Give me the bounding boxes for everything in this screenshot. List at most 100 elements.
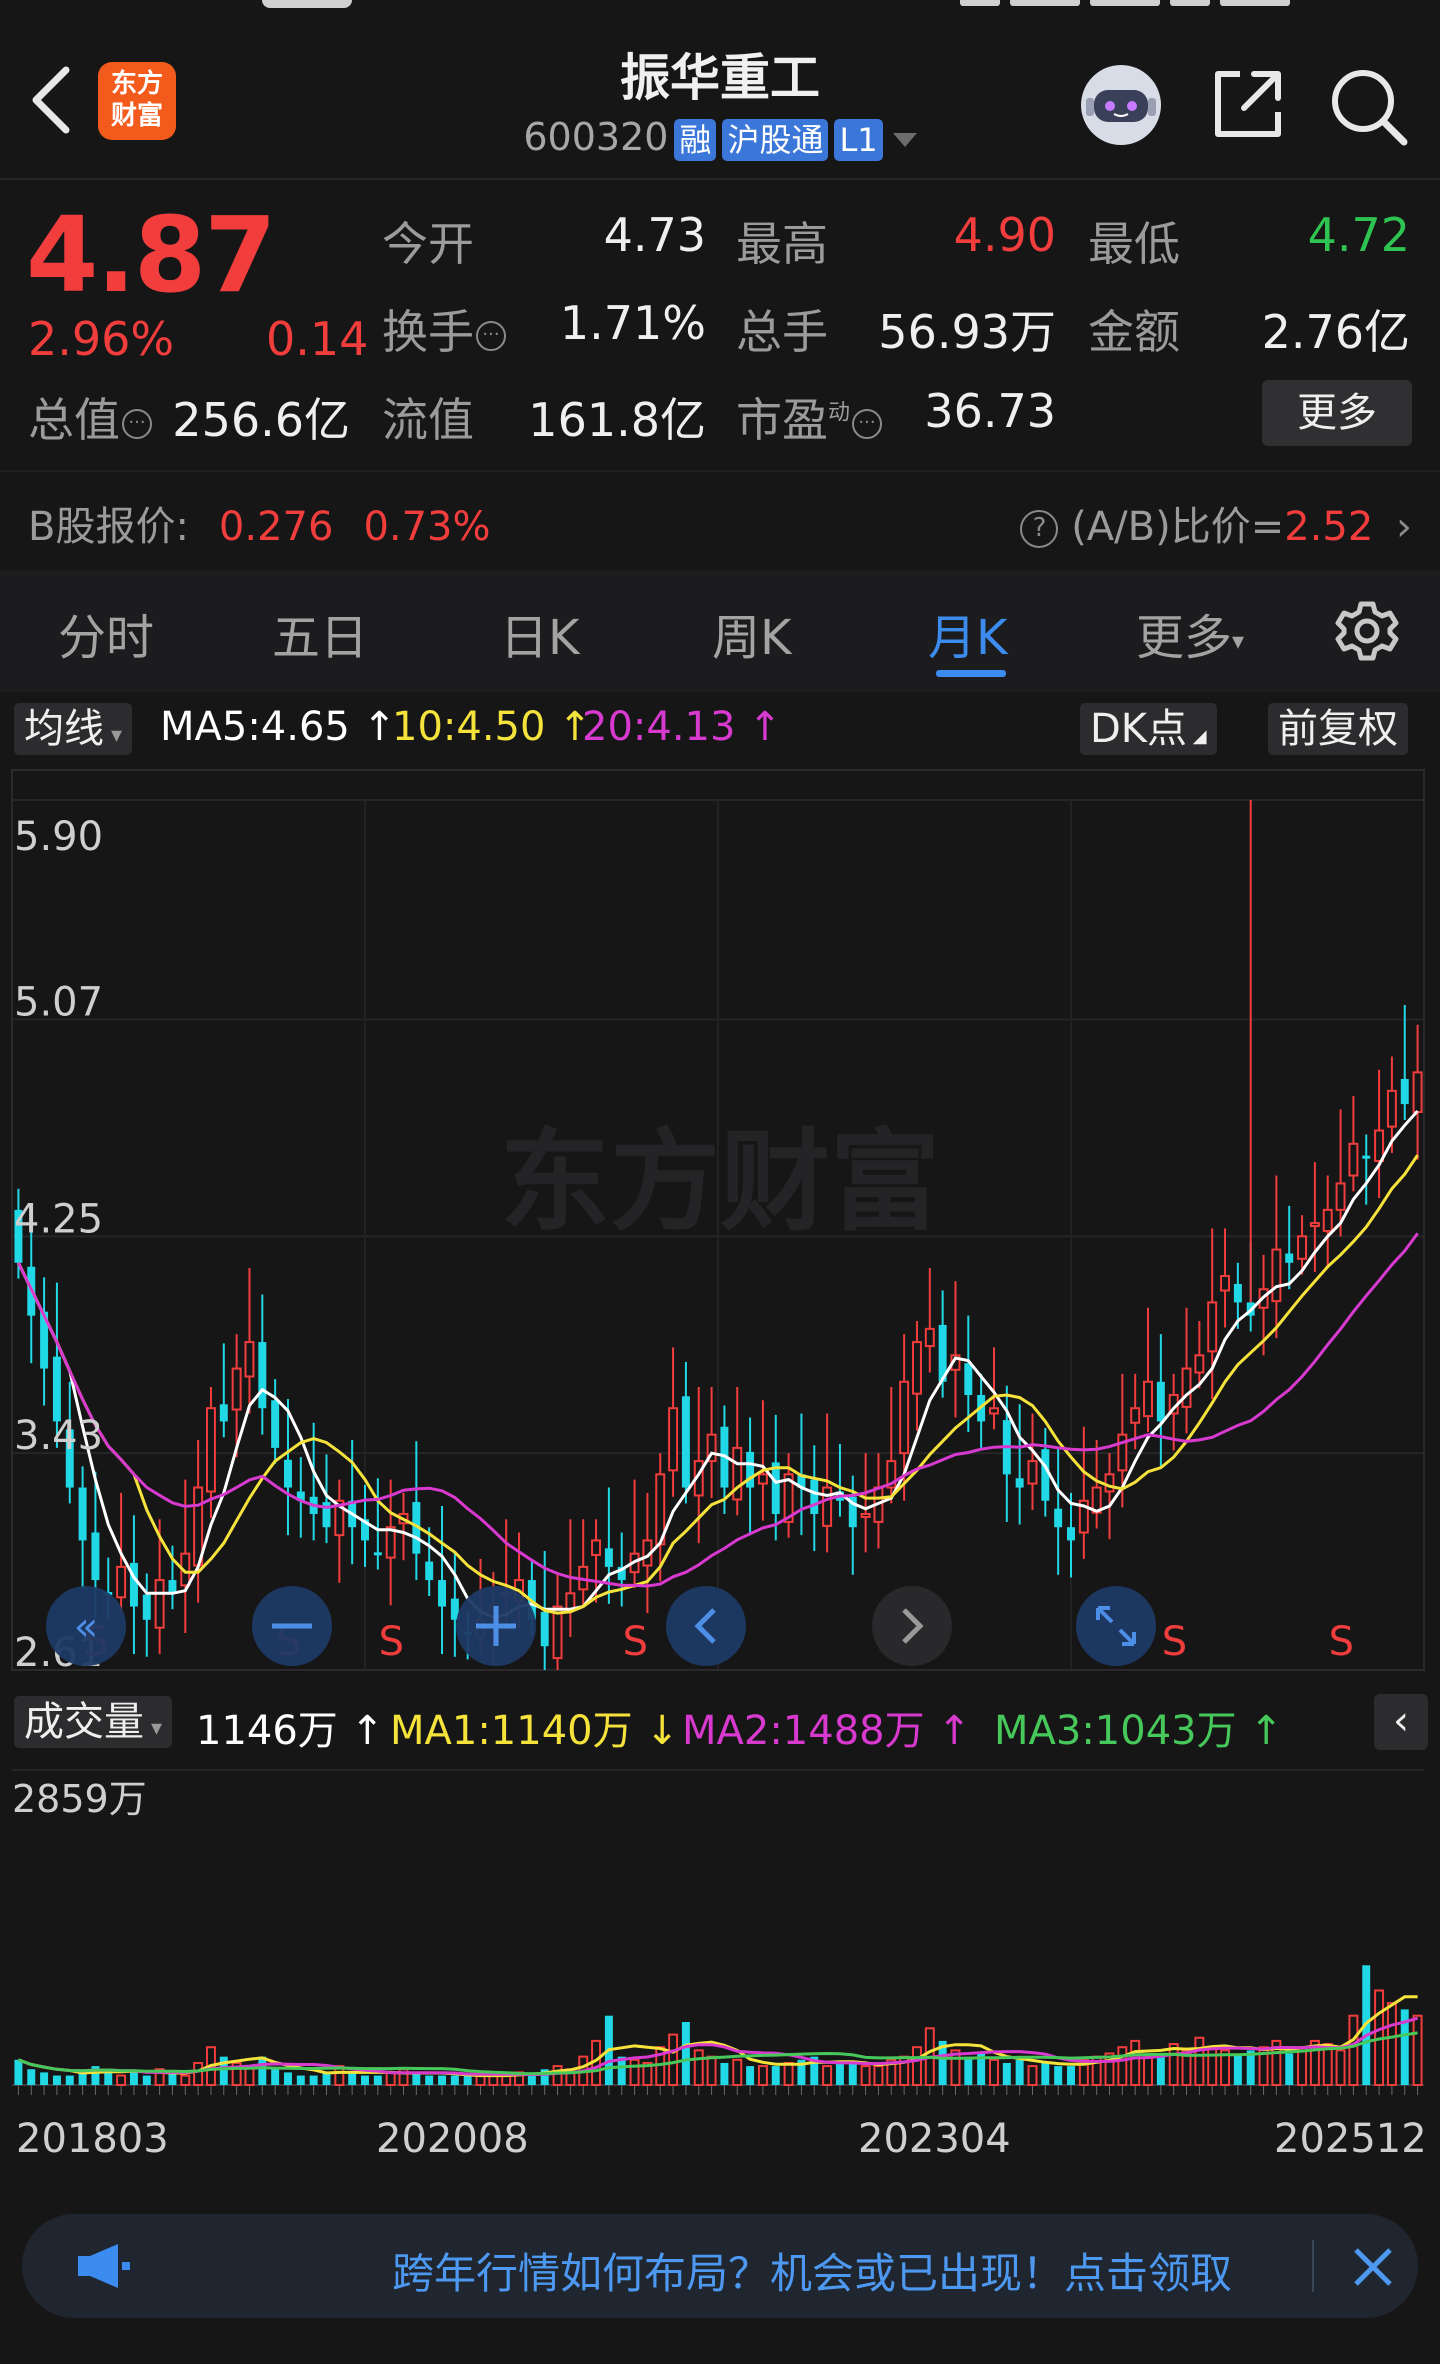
volume-bar-down [463,2075,472,2085]
help-icon[interactable]: ? [1020,510,1059,548]
tab-five-day[interactable]: 五日 [272,598,368,668]
candle-body-up [899,1380,910,1455]
promo-banner[interactable]: 跨年行情如何布局？机会或已出现！点击领取 [22,2214,1418,2318]
level1-badge: L1 [834,118,883,161]
volume-bar-up [873,2065,884,2087]
share-icon[interactable] [1208,64,1288,144]
volume-bar-up [693,2049,704,2087]
volume-bar-down [964,2056,973,2085]
volume-bar-down [309,2075,318,2085]
candle-body-up [205,1407,216,1493]
scroll-right-button[interactable] [872,1586,952,1666]
more-fields-button[interactable]: 更多 [1262,380,1412,446]
volume-bar-down [27,2069,36,2085]
candle-body-up [924,1327,935,1348]
volume-bar-down [438,2075,446,2085]
x-tick-label: 201803 [16,2116,169,2162]
caret-down-icon: ▾ [144,1716,163,1741]
volume-bar-down [746,2066,755,2085]
ma5-value: MA5:4.65 ↑ [160,704,397,750]
search-icon[interactable] [1326,64,1410,148]
candle-body-down [964,1363,973,1395]
tab-more-label: 更多 [1136,610,1233,666]
candle-body-up [591,1539,602,1556]
candle-body-down [746,1451,755,1488]
dk-point-button[interactable]: DK点 ◢ [1080,703,1217,755]
candle-body-up [1220,1274,1231,1292]
adjust-mode-button[interactable]: 前复权 [1268,703,1408,755]
volume-bar-down [1067,2066,1075,2085]
ab-ratio-value: 2.52 [1284,504,1374,550]
banner-separator [1312,2240,1314,2292]
scroll-left-fast-button[interactable]: « [46,1586,126,1666]
volume-chart[interactable]: 2859万 [0,1760,1440,2100]
candle-body-up [1335,1182,1346,1211]
candle-body-down [1362,1155,1371,1159]
volume-value: 1146万 ↑ [196,1708,385,1754]
candle-body-down [425,1561,434,1581]
volume-bar-up [706,2055,717,2086]
shanghai-connect-badge: 沪股通 [722,118,829,161]
zoom-out-button[interactable] [252,1586,332,1666]
scroll-left-button[interactable] [666,1586,746,1666]
volume-bar-up [552,2065,563,2087]
candle-body-down [142,1594,151,1620]
settings-gear-icon[interactable] [1334,598,1400,664]
vol-ma3-value: MA3:1043万 ↑ [994,1708,1283,1754]
chevron-down-icon[interactable] [892,132,917,147]
candle-body-up [989,1407,999,1415]
volume-bar-up [1207,2046,1218,2087]
mktcap-label[interactable]: 总值 ··· [28,384,152,450]
candle-body-up [231,1367,242,1411]
tab-intraday[interactable]: 分时 [58,598,154,668]
tab-weekly-k[interactable]: 周K [712,598,791,668]
info-icon[interactable]: ··· [122,408,152,439]
volume-bar-down [450,2075,459,2085]
close-icon[interactable] [1348,2242,1398,2292]
info-icon[interactable]: ··· [476,320,506,351]
candle-body-down [681,1396,690,1488]
candle-body-down [219,1404,228,1422]
zoom-in-button[interactable] [456,1586,536,1666]
info-icon[interactable]: ··· [852,408,883,439]
candle-body-down [258,1342,267,1409]
eastmoney-logo[interactable]: 东方 财富 [98,62,176,140]
stock-code-row[interactable]: 600320 融沪股通 L1 [420,115,1020,161]
ab-ratio[interactable]: ? (A/B)比价=2.52 › [1018,494,1412,552]
x-tick-label: 202008 [376,2116,529,2162]
volume-bar-up [668,2033,679,2087]
volume-indicator-dropdown[interactable]: 成交量 ▾ [14,1696,173,1748]
logo-line-2: 财富 [110,101,163,131]
back-arrow-icon[interactable] [22,60,82,140]
candlestick-chart[interactable]: 东方财富 5.905.074.253.432.61 SSSSSS « [0,760,1440,1680]
volume-bar-down [14,2059,23,2085]
ma10-value: 10:4.50 ↑ [392,704,592,750]
ma10-text: 10:4.50 [392,704,546,750]
volume-bar-down [361,2075,369,2085]
turnover-label[interactable]: 换手 ··· [382,296,506,362]
fullscreen-button[interactable] [1076,1586,1156,1666]
volume-bar-down [681,2022,690,2085]
volume-max-label: 2859万 [12,1777,147,1821]
candle-body-up [1386,1089,1397,1128]
tab-more[interactable]: 更多▾ [1136,598,1244,668]
collapse-panel-button[interactable]: ‹ [1374,1694,1428,1750]
volume-bar-up [1297,2046,1308,2087]
promo-text: 跨年行情如何布局？机会或已出现！点击领取 [392,2249,1233,2298]
pe-dynamic-mark: 动 [828,400,851,426]
app-header: 东方 财富 振华重工 600320 融沪股通 L1 [0,20,1440,170]
chart-controls: « [46,1586,1156,1666]
pe-label[interactable]: 市盈动 ··· [736,384,883,450]
candle-body-down [810,1479,819,1514]
indicator-dropdown[interactable]: 均线 ▾ [14,703,133,755]
sell-signal-marker: S [623,1619,648,1665]
volume-bar-up [1117,2046,1128,2087]
candle-body-down [1041,1449,1050,1501]
b-share-quote[interactable]: B股报价: 0.276 0.73% [28,494,491,552]
volume-bar-up [116,2074,127,2086]
robot-assistant-icon[interactable] [1076,60,1166,150]
volume-bar-up [822,2065,833,2087]
tab-monthly-k[interactable]: 月K [928,598,1007,668]
tab-daily-k[interactable]: 日K [500,598,579,668]
candle-body-down [1054,1508,1063,1528]
